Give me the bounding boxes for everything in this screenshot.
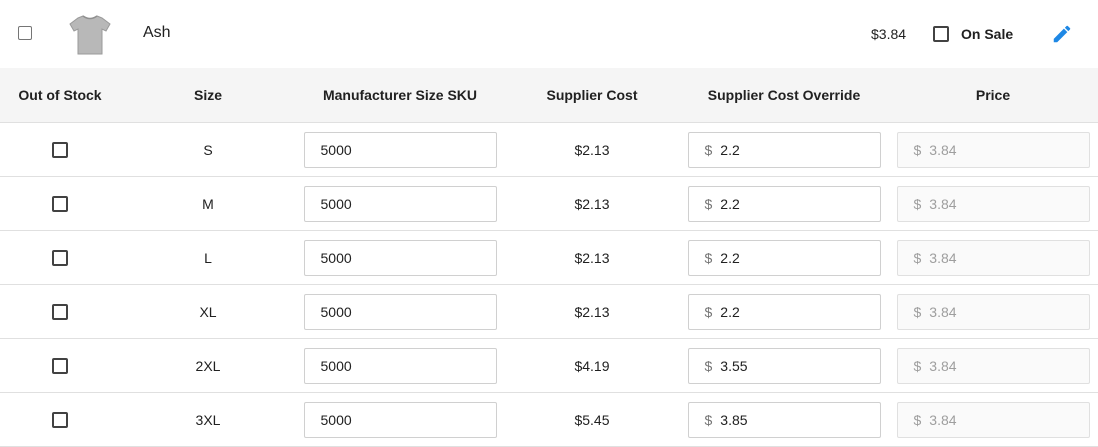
color-price: $3.84: [871, 26, 907, 42]
price-value: 3.84: [929, 357, 957, 374]
size-cell: 3XL: [120, 392, 296, 447]
price-value: 3.84: [929, 303, 957, 320]
supplier-cost-override-input[interactable]: $2.2: [687, 131, 881, 168]
currency-symbol: $: [913, 249, 922, 266]
sku-value: 5000: [320, 357, 352, 374]
override-value: 3.85: [720, 411, 748, 428]
col-header-sku: Manufacturer Size SKU: [296, 68, 504, 123]
table-row: XL 5000 $2.13 $2.2 $3.84: [0, 284, 1098, 339]
override-value: 2.2: [720, 195, 740, 212]
sku-input[interactable]: 5000: [303, 131, 497, 168]
supplier-cost-cell: $2.13: [504, 176, 680, 231]
table-header-row: Out of Stock Size Manufacturer Size SKU …: [0, 68, 1098, 123]
on-sale-checkbox[interactable]: [933, 26, 949, 42]
col-header-supplier-cost-override: Supplier Cost Override: [680, 68, 888, 123]
supplier-cost-cell: $2.13: [504, 284, 680, 339]
currency-symbol: $: [913, 141, 922, 158]
col-header-out-of-stock: Out of Stock: [0, 68, 120, 123]
supplier-cost-override-input[interactable]: $2.2: [687, 239, 881, 276]
price-input: $3.84: [896, 293, 1090, 330]
size-cell: XL: [120, 284, 296, 339]
supplier-cost-override-input[interactable]: $3.55: [687, 347, 881, 384]
currency-symbol: $: [704, 411, 713, 428]
product-color-row: Ash $3.84 On Sale: [0, 0, 1098, 68]
size-cell: L: [120, 230, 296, 285]
supplier-cost-override-input[interactable]: $2.2: [687, 293, 881, 330]
override-value: 2.2: [720, 249, 740, 266]
price-input: $3.84: [896, 239, 1090, 276]
tshirt-thumbnail: [69, 15, 111, 55]
override-value: 2.2: [720, 141, 740, 158]
select-color-checkbox[interactable]: [18, 26, 32, 40]
sku-value: 5000: [320, 249, 352, 266]
out-of-stock-checkbox[interactable]: [52, 304, 68, 321]
supplier-cost-cell: $2.13: [504, 230, 680, 285]
supplier-cost-cell: $5.45: [504, 392, 680, 447]
override-value: 3.55: [720, 357, 748, 374]
size-cell: S: [120, 122, 296, 177]
supplier-cost-cell: $4.19: [504, 338, 680, 393]
currency-symbol: $: [704, 249, 713, 266]
currency-symbol: $: [913, 303, 922, 320]
size-cell: 2XL: [120, 338, 296, 393]
currency-symbol: $: [704, 357, 713, 374]
currency-symbol: $: [704, 141, 713, 158]
currency-symbol: $: [913, 357, 922, 374]
table-row: S 5000 $2.13 $2.2 $3.84: [0, 122, 1098, 177]
supplier-cost-override-input[interactable]: $2.2: [687, 185, 881, 222]
price-value: 3.84: [929, 411, 957, 428]
sku-input[interactable]: 5000: [303, 293, 497, 330]
sku-input[interactable]: 5000: [303, 185, 497, 222]
table-row: M 5000 $2.13 $2.2 $3.84: [0, 176, 1098, 231]
edit-pencil-icon[interactable]: [1051, 23, 1073, 45]
price-value: 3.84: [929, 249, 957, 266]
table-row: 3XL 5000 $5.45 $3.85 $3.84: [0, 392, 1098, 447]
color-name: Ash: [143, 24, 171, 41]
currency-symbol: $: [913, 411, 922, 428]
sku-value: 5000: [320, 411, 352, 428]
supplier-cost-cell: $2.13: [504, 122, 680, 177]
sku-value: 5000: [320, 303, 352, 320]
currency-symbol: $: [704, 303, 713, 320]
sku-input[interactable]: 5000: [303, 401, 497, 438]
out-of-stock-checkbox[interactable]: [52, 250, 68, 267]
price-input: $3.84: [896, 401, 1090, 438]
price-value: 3.84: [929, 195, 957, 212]
col-header-size: Size: [120, 68, 296, 123]
table-row: 2XL 5000 $4.19 $3.55 $3.84: [0, 338, 1098, 393]
out-of-stock-checkbox[interactable]: [52, 358, 68, 375]
price-input: $3.84: [896, 185, 1090, 222]
price-input: $3.84: [896, 131, 1090, 168]
price-input: $3.84: [896, 347, 1090, 384]
on-sale-label: On Sale: [961, 26, 1014, 42]
col-header-price: Price: [888, 68, 1098, 123]
sku-input[interactable]: 5000: [303, 239, 497, 276]
out-of-stock-checkbox[interactable]: [52, 142, 68, 159]
size-table: Out of Stock Size Manufacturer Size SKU …: [0, 68, 1098, 447]
override-value: 2.2: [720, 303, 740, 320]
sku-value: 5000: [320, 195, 352, 212]
col-header-supplier-cost: Supplier Cost: [504, 68, 680, 123]
sku-input[interactable]: 5000: [303, 347, 497, 384]
size-cell: M: [120, 176, 296, 231]
supplier-cost-override-input[interactable]: $3.85: [687, 401, 881, 438]
sku-value: 5000: [320, 141, 352, 158]
out-of-stock-checkbox[interactable]: [52, 196, 68, 213]
currency-symbol: $: [913, 195, 922, 212]
out-of-stock-checkbox[interactable]: [52, 412, 68, 429]
price-value: 3.84: [929, 141, 957, 158]
currency-symbol: $: [704, 195, 713, 212]
table-row: L 5000 $2.13 $2.2 $3.84: [0, 230, 1098, 285]
